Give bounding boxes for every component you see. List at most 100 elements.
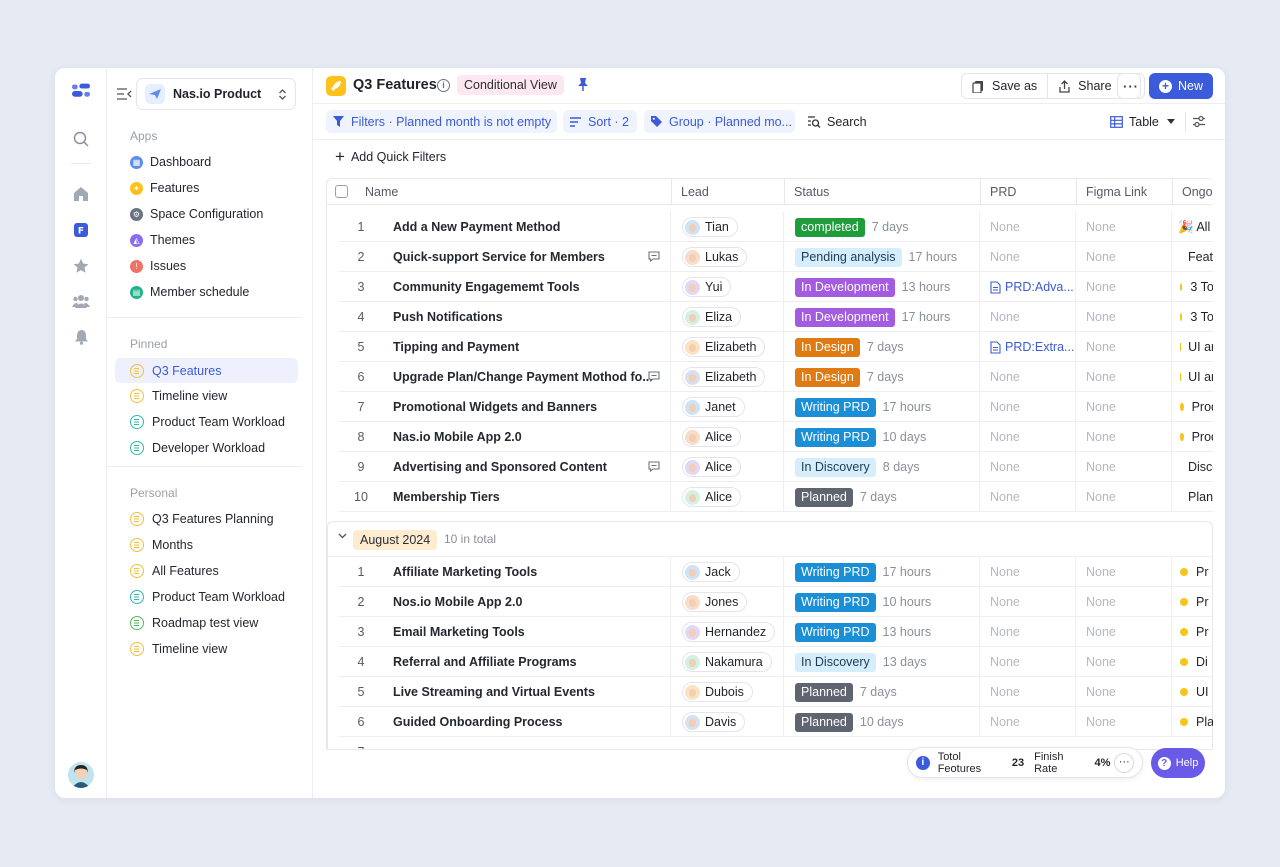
sidebar-item-q3-features-planning[interactable]: Q3 Features Planning (130, 508, 274, 530)
bell-icon[interactable] (72, 328, 90, 346)
figma-link-cell[interactable]: None (1086, 647, 1172, 677)
feature-name[interactable]: Quick-support Service for Members (393, 242, 663, 272)
table-row[interactable]: 3 Community Engagememt Tools Yui In Develop… (339, 272, 1213, 302)
lead-pill[interactable]: Nakamura (682, 652, 772, 672)
status-cell[interactable]: Planned 10 days (795, 707, 983, 737)
collapse-sidebar-icon[interactable] (116, 87, 132, 101)
sidebar-item-issues[interactable]: ! Issues (130, 255, 186, 277)
column-header-ongoing[interactable]: Ongo (1172, 179, 1213, 205)
sidebar-item-roadmap-test-view[interactable]: Roadmap test view (130, 612, 258, 634)
ongoing-cell[interactable]: Pr (1178, 557, 1213, 587)
lead-cell[interactable]: Davis (682, 707, 792, 737)
ongoing-cell[interactable]: Disco (1178, 452, 1213, 482)
help-button[interactable]: ? Help (1151, 748, 1205, 778)
column-header-prd[interactable]: PRD (980, 179, 1076, 205)
status-cell[interactable]: In Discovery 13 days (795, 647, 983, 677)
prd-cell[interactable]: None (990, 557, 1076, 587)
lead-cell[interactable]: Alice (682, 452, 792, 482)
lead-cell[interactable]: Dubois (682, 677, 792, 707)
lead-pill[interactable]: Elizabeth (682, 337, 766, 357)
status-cell[interactable]: Writing PRD 17 hours (795, 392, 983, 422)
prd-cell[interactable]: None (990, 212, 1076, 242)
sidebar-item-features[interactable]: ✦ Features (130, 177, 199, 199)
sidebar-item-product-team-workload-personal[interactable]: Product Team Workload (130, 586, 285, 608)
summary-more-button[interactable]: ··· (1114, 752, 1134, 773)
ongoing-cell[interactable]: Pla (1178, 707, 1213, 737)
figma-link-cell[interactable]: None (1086, 302, 1172, 332)
lead-cell[interactable]: Lukas (682, 242, 792, 272)
ongoing-cell[interactable]: 3 To- (1178, 272, 1213, 302)
share-button[interactable]: Share (1048, 74, 1121, 98)
lead-cell[interactable]: Yui (682, 272, 792, 302)
column-header-lead[interactable]: Lead (671, 179, 784, 205)
feature-name[interactable]: Tipping and Payment (393, 332, 663, 362)
ongoing-cell[interactable]: UI an (1178, 332, 1213, 362)
lead-cell[interactable]: Alice (682, 422, 792, 452)
sidebar-item-themes[interactable]: ◭ Themes (130, 229, 195, 251)
search-icon[interactable] (72, 130, 90, 148)
add-quick-filters-button[interactable]: + Add Quick Filters (335, 148, 446, 165)
ongoing-cell[interactable]: UI an (1178, 362, 1213, 392)
prd-cell[interactable]: None (990, 587, 1076, 617)
figma-link-cell[interactable]: None (1086, 707, 1172, 737)
features-space-icon[interactable]: F (72, 221, 90, 239)
user-avatar[interactable] (68, 762, 94, 788)
pin-icon[interactable] (577, 77, 589, 95)
figma-link-cell[interactable]: None (1086, 452, 1172, 482)
prd-cell[interactable]: None (990, 482, 1076, 512)
sidebar-item-all-features[interactable]: All Features (130, 560, 219, 582)
comment-icon[interactable] (648, 461, 660, 472)
search-button[interactable]: Search (807, 110, 867, 133)
figma-link-cell[interactable]: None (1086, 422, 1172, 452)
lead-cell[interactable]: Jack (682, 557, 792, 587)
status-cell[interactable]: In Design 7 days (795, 362, 983, 392)
feature-name[interactable]: Nos.io Mobile App 2.0 (393, 587, 663, 617)
ongoing-cell[interactable]: Pr (1178, 617, 1213, 647)
figma-link-cell[interactable]: None (1086, 362, 1172, 392)
sidebar-item-product-team-workload[interactable]: Product Team Workload (130, 411, 285, 433)
table-row[interactable]: 2 Nos.io Mobile App 2.0 Jones Writing PRD 10… (339, 587, 1213, 617)
view-type-badge[interactable]: Conditional View (457, 75, 564, 95)
lead-cell[interactable]: Hernandez (682, 617, 792, 647)
feature-name[interactable]: Membership Tiers (393, 482, 663, 512)
status-cell[interactable]: In Discovery 8 days (795, 452, 983, 482)
lead-pill[interactable]: Dubois (682, 682, 753, 702)
lead-pill[interactable]: Alice (682, 457, 742, 477)
prd-cell[interactable]: None (990, 677, 1076, 707)
table-row[interactable]: 3 Email Marketing Tools Hernandez Writing P… (339, 617, 1213, 647)
status-cell[interactable]: In Development 17 hours (795, 302, 983, 332)
members-icon[interactable] (72, 292, 90, 310)
comment-icon[interactable] (648, 371, 660, 382)
star-icon[interactable] (72, 257, 90, 275)
prd-cell[interactable]: None (990, 707, 1076, 737)
table-row[interactable]: 6 Upgrade Plan/Change Payment Mothod fo..… (339, 362, 1213, 392)
feature-name[interactable]: Email Marketing Tools (393, 617, 663, 647)
prd-cell[interactable]: None (990, 362, 1076, 392)
lead-pill[interactable]: Tian (682, 217, 738, 237)
view-settings-icon[interactable] (1192, 110, 1212, 133)
status-cell[interactable]: In Design 7 days (795, 332, 983, 362)
sidebar-item-space-configuration[interactable]: ⚙ Space Configuration (130, 203, 263, 225)
ongoing-cell[interactable]: Di (1178, 647, 1213, 677)
sidebar-item-developer-workload[interactable]: Developer Workload (130, 437, 265, 459)
lead-cell[interactable]: Tian (682, 212, 792, 242)
status-cell[interactable]: In Development 13 hours (795, 272, 983, 302)
home-icon[interactable] (72, 185, 90, 203)
select-all-checkbox[interactable] (335, 185, 348, 198)
prd-cell[interactable]: None (990, 647, 1076, 677)
column-header-name[interactable]: Name (356, 179, 671, 205)
lead-pill[interactable]: Lukas (682, 247, 748, 267)
figma-link-cell[interactable]: None (1086, 392, 1172, 422)
status-cell[interactable]: Planned 7 days (795, 677, 983, 707)
table-row[interactable]: 1 Affiliate Marketing Tools Jack Writing PR… (339, 557, 1213, 587)
table-row[interactable]: 10 Membership Tiers Alice Planned 7 days None… (339, 482, 1213, 512)
feature-name[interactable]: Live Streaming and Virtual Events (393, 677, 663, 707)
status-cell[interactable]: Writing PRD 17 hours (795, 557, 983, 587)
lead-cell[interactable]: Elizabeth (682, 362, 792, 392)
column-header-status[interactable]: Status (784, 179, 980, 205)
figma-link-cell[interactable]: None (1086, 242, 1172, 272)
group-header[interactable]: August 2024 10 in total (328, 522, 1212, 557)
sort-chip[interactable]: Sort · 2 (563, 110, 637, 133)
new-button[interactable]: + New (1149, 73, 1213, 99)
figma-link-cell[interactable]: None (1086, 617, 1172, 647)
